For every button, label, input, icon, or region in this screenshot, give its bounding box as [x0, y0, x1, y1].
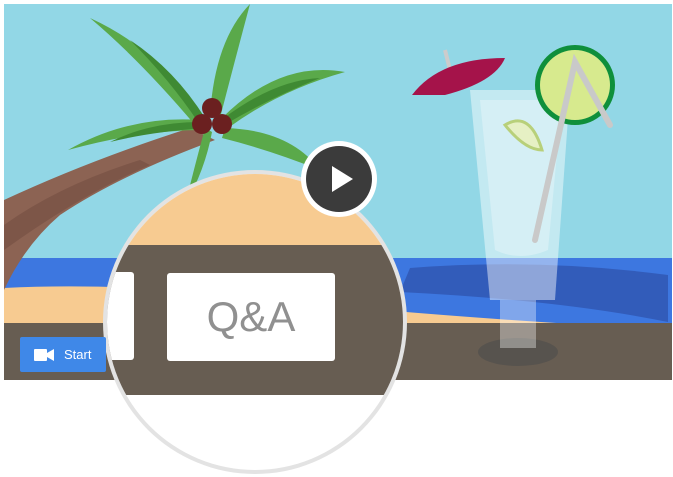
play-icon — [301, 141, 377, 217]
start-button[interactable]: Start — [20, 337, 106, 372]
qa-label: Q&A — [206, 293, 296, 340]
video-camera-icon — [34, 348, 54, 361]
start-label: Start — [64, 347, 92, 362]
play-button[interactable] — [300, 140, 378, 218]
qa-button[interactable]: Q&A — [167, 273, 335, 361]
video-scene — [4, 4, 672, 474]
